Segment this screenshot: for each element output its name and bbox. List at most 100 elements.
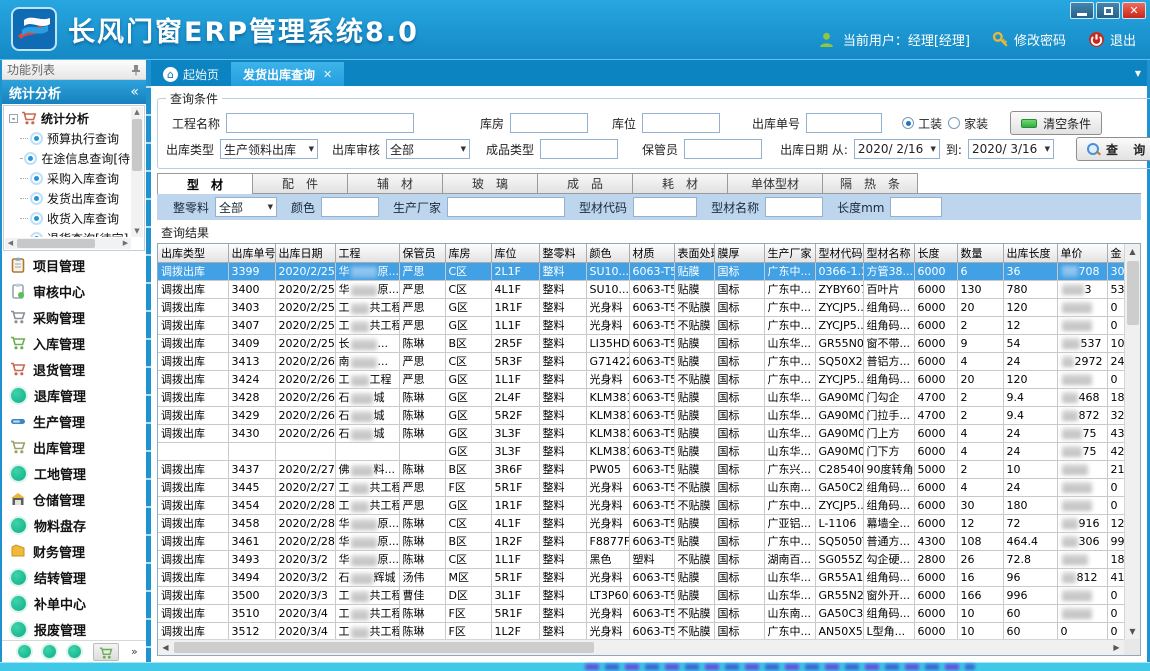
column-header-16[interactable]: 数量: [957, 244, 1003, 262]
keeper-input[interactable]: [684, 139, 762, 159]
filter-select-0[interactable]: 全部▼: [215, 197, 277, 217]
sidebar-module-3[interactable]: 入库管理: [2, 330, 146, 356]
sidebar-module-6[interactable]: 生产管理: [2, 408, 146, 434]
column-header-7[interactable]: 整零料: [539, 244, 586, 262]
logout-button[interactable]: 退出: [1088, 30, 1136, 49]
filter-input-1[interactable]: [321, 197, 379, 217]
table-row[interactable]: 调拨出库34002020/2/25华原...严思C区4L1F整料SU10...6…: [158, 280, 1124, 298]
collapse-icon[interactable]: «: [130, 84, 139, 100]
tree-expander-icon[interactable]: -: [9, 114, 18, 123]
tree-vscroll-thumb[interactable]: [132, 119, 142, 171]
tab-home[interactable]: ⌂起始页: [151, 62, 231, 86]
tree-root-statistics[interactable]: -统计分析: [6, 108, 130, 128]
location-input[interactable]: [642, 113, 720, 133]
tree-item-5[interactable]: 退货查询[待定]: [6, 228, 130, 237]
table-row[interactable]: 调拨出库34072020/2/25工共工程严思G区1L1F整料光身料6063-T…: [158, 316, 1124, 334]
table-row[interactable]: 调拨出库34942020/3/2石辉城汤伟M区5R1F整料光身料6063-T5贴…: [158, 568, 1124, 586]
column-header-10[interactable]: 表面处理: [674, 244, 714, 262]
material-tab-6[interactable]: 单体型材: [727, 173, 823, 193]
filter-input-2[interactable]: [447, 197, 565, 217]
scroll-up-icon[interactable]: ▲: [1125, 244, 1140, 259]
tab-close-icon[interactable]: ✕: [323, 68, 332, 81]
column-header-9[interactable]: 材质: [629, 244, 674, 262]
column-header-17[interactable]: 出库长度: [1003, 244, 1057, 262]
table-row[interactable]: 调拨出库34452020/2/27工共工程严思F区5R1F整料光身料6063-T…: [158, 478, 1124, 496]
sidebar-module-0[interactable]: 项目管理: [2, 252, 146, 278]
scroll-down-icon[interactable]: ▼: [131, 226, 143, 237]
product-type-input[interactable]: [540, 139, 618, 159]
scroll-up-icon[interactable]: ▲: [131, 107, 143, 118]
sidebar-module-14[interactable]: 报废管理: [2, 616, 146, 640]
pin-icon[interactable]: [131, 64, 141, 76]
radio-gongzhuang[interactable]: 工装: [902, 115, 942, 132]
column-header-15[interactable]: 长度: [914, 244, 957, 262]
module-dot-icon[interactable]: [18, 645, 31, 658]
sidebar-module-1[interactable]: 审核中心: [2, 278, 146, 304]
column-header-13[interactable]: 型材代码: [815, 244, 863, 262]
module-dot-icon[interactable]: [43, 645, 56, 658]
material-tab-1[interactable]: 配 件: [252, 173, 348, 193]
tree-horizontal-scrollbar[interactable]: ◀ ▶: [5, 238, 131, 249]
minimize-button[interactable]: [1070, 2, 1094, 19]
project-name-input[interactable]: [226, 113, 414, 133]
scroll-left-icon[interactable]: ◀: [158, 640, 173, 655]
table-row[interactable]: 调拨出库34302020/2/26石城陈琳G区3L3F整料KLM38176063…: [158, 424, 1124, 442]
tree-item-2[interactable]: 采购入库查询: [6, 168, 130, 188]
column-header-12[interactable]: 生产厂家: [764, 244, 815, 262]
sidebar-module-2[interactable]: 采购管理: [2, 304, 146, 330]
column-header-0[interactable]: 出库类型: [158, 244, 228, 262]
table-row[interactable]: 调拨出库34372020/2/27佛料...陈琳B区3R6F整料PW056063…: [158, 460, 1124, 478]
sidebar-module-13[interactable]: 补单中心: [2, 590, 146, 616]
material-tab-4[interactable]: 成 品: [537, 173, 633, 193]
change-password-button[interactable]: 修改密码: [992, 30, 1066, 49]
tree-item-4[interactable]: 收货入库查询: [6, 208, 130, 228]
sidebar-module-5[interactable]: 退库管理: [2, 382, 146, 408]
material-tab-5[interactable]: 耗 材: [632, 173, 728, 193]
table-row[interactable]: 调拨出库34092020/2/25长...陈琳B区2R5F整料LI35HD606…: [158, 334, 1124, 352]
close-button[interactable]: ✕: [1122, 2, 1146, 19]
table-row[interactable]: 调拨出库34132020/2/26南...严思C区5R3F整料G71422606…: [158, 352, 1124, 370]
material-tab-0[interactable]: 型 材: [157, 173, 253, 194]
material-tab-3[interactable]: 玻 璃: [442, 173, 538, 193]
table-row[interactable]: 调拨出库34542020/2/28工共工程严思G区1R1F整料光身料6063-T…: [158, 496, 1124, 514]
sidebar-module-4[interactable]: 退货管理: [2, 356, 146, 382]
column-header-5[interactable]: 库房: [445, 244, 491, 262]
tree-hscroll-thumb[interactable]: [17, 239, 95, 248]
filter-input-4[interactable]: [765, 197, 823, 217]
filter-input-3[interactable]: [633, 197, 697, 217]
table-row[interactable]: 调拨出库35122020/3/4工共工程陈琳F区1L2F整料光身料6063-T5…: [158, 622, 1124, 639]
table-row[interactable]: 调拨出库35102020/3/4工共工程陈琳F区5R1F整料光身料6063-T5…: [158, 604, 1124, 622]
tree-vertical-scrollbar[interactable]: ▲ ▼: [131, 107, 143, 237]
sidebar-module-12[interactable]: 结转管理: [2, 564, 146, 590]
search-button[interactable]: 查 询: [1076, 137, 1150, 161]
table-row[interactable]: 调拨出库34242020/2/26工工程严思G区1L1F整料光身料6063-T5…: [158, 370, 1124, 388]
radio-jiazhuang[interactable]: 家装: [948, 115, 988, 132]
table-row[interactable]: 调拨出库35002020/3/3工共工程曹佳D区3L1F整料LT3P606063…: [158, 586, 1124, 604]
maximize-button[interactable]: [1096, 2, 1120, 19]
table-row[interactable]: 调拨出库33992020/2/25华原...严思C区2L1F整料SU10...6…: [158, 262, 1124, 280]
warehouse-input[interactable]: [510, 113, 588, 133]
sidebar-section-statistics[interactable]: 统计分析 «: [2, 80, 146, 104]
grid-horizontal-scrollbar[interactable]: ◀ ▶: [158, 639, 1124, 655]
table-row[interactable]: G区3L3F整料KLM38176063-T5贴膜国标山东华...GA90M09.…: [158, 442, 1124, 460]
overflow-chevron-icon[interactable]: »: [131, 645, 138, 658]
sidebar-module-9[interactable]: 仓储管理: [2, 486, 146, 512]
tree-item-1[interactable]: 在途信息查询[待: [6, 148, 130, 168]
module-dot-icon[interactable]: [68, 645, 81, 658]
clear-conditions-button[interactable]: 清空条件: [1010, 111, 1102, 135]
tree-item-3[interactable]: 发货出库查询: [6, 188, 130, 208]
grid-vscroll-thumb[interactable]: [1127, 261, 1139, 325]
table-row[interactable]: 调拨出库34282020/2/26石城陈琳G区2L4F整料KLM38176063…: [158, 388, 1124, 406]
table-row[interactable]: 调拨出库34292020/2/26石城陈琳G区5R2F整料KLM38176063…: [158, 406, 1124, 424]
column-header-3[interactable]: 工程: [335, 244, 399, 262]
column-header-4[interactable]: 保管员: [399, 244, 445, 262]
material-tab-7[interactable]: 隔 热 条: [822, 173, 918, 193]
tab-outbound-query[interactable]: 发货出库查询✕: [231, 62, 344, 86]
audit-select[interactable]: 全部▼: [386, 139, 470, 159]
scroll-down-icon[interactable]: ▼: [1125, 624, 1140, 639]
grid-vertical-scrollbar[interactable]: ▲ ▼: [1124, 244, 1140, 639]
tab-list-dropdown-icon[interactable]: ▼: [1135, 69, 1141, 78]
filter-input-5[interactable]: [890, 197, 942, 217]
grid-hscroll-thumb[interactable]: [174, 642, 594, 653]
table-row[interactable]: 调拨出库34582020/2/28华原...陈琳C区4L1F整料光身料6063-…: [158, 514, 1124, 532]
